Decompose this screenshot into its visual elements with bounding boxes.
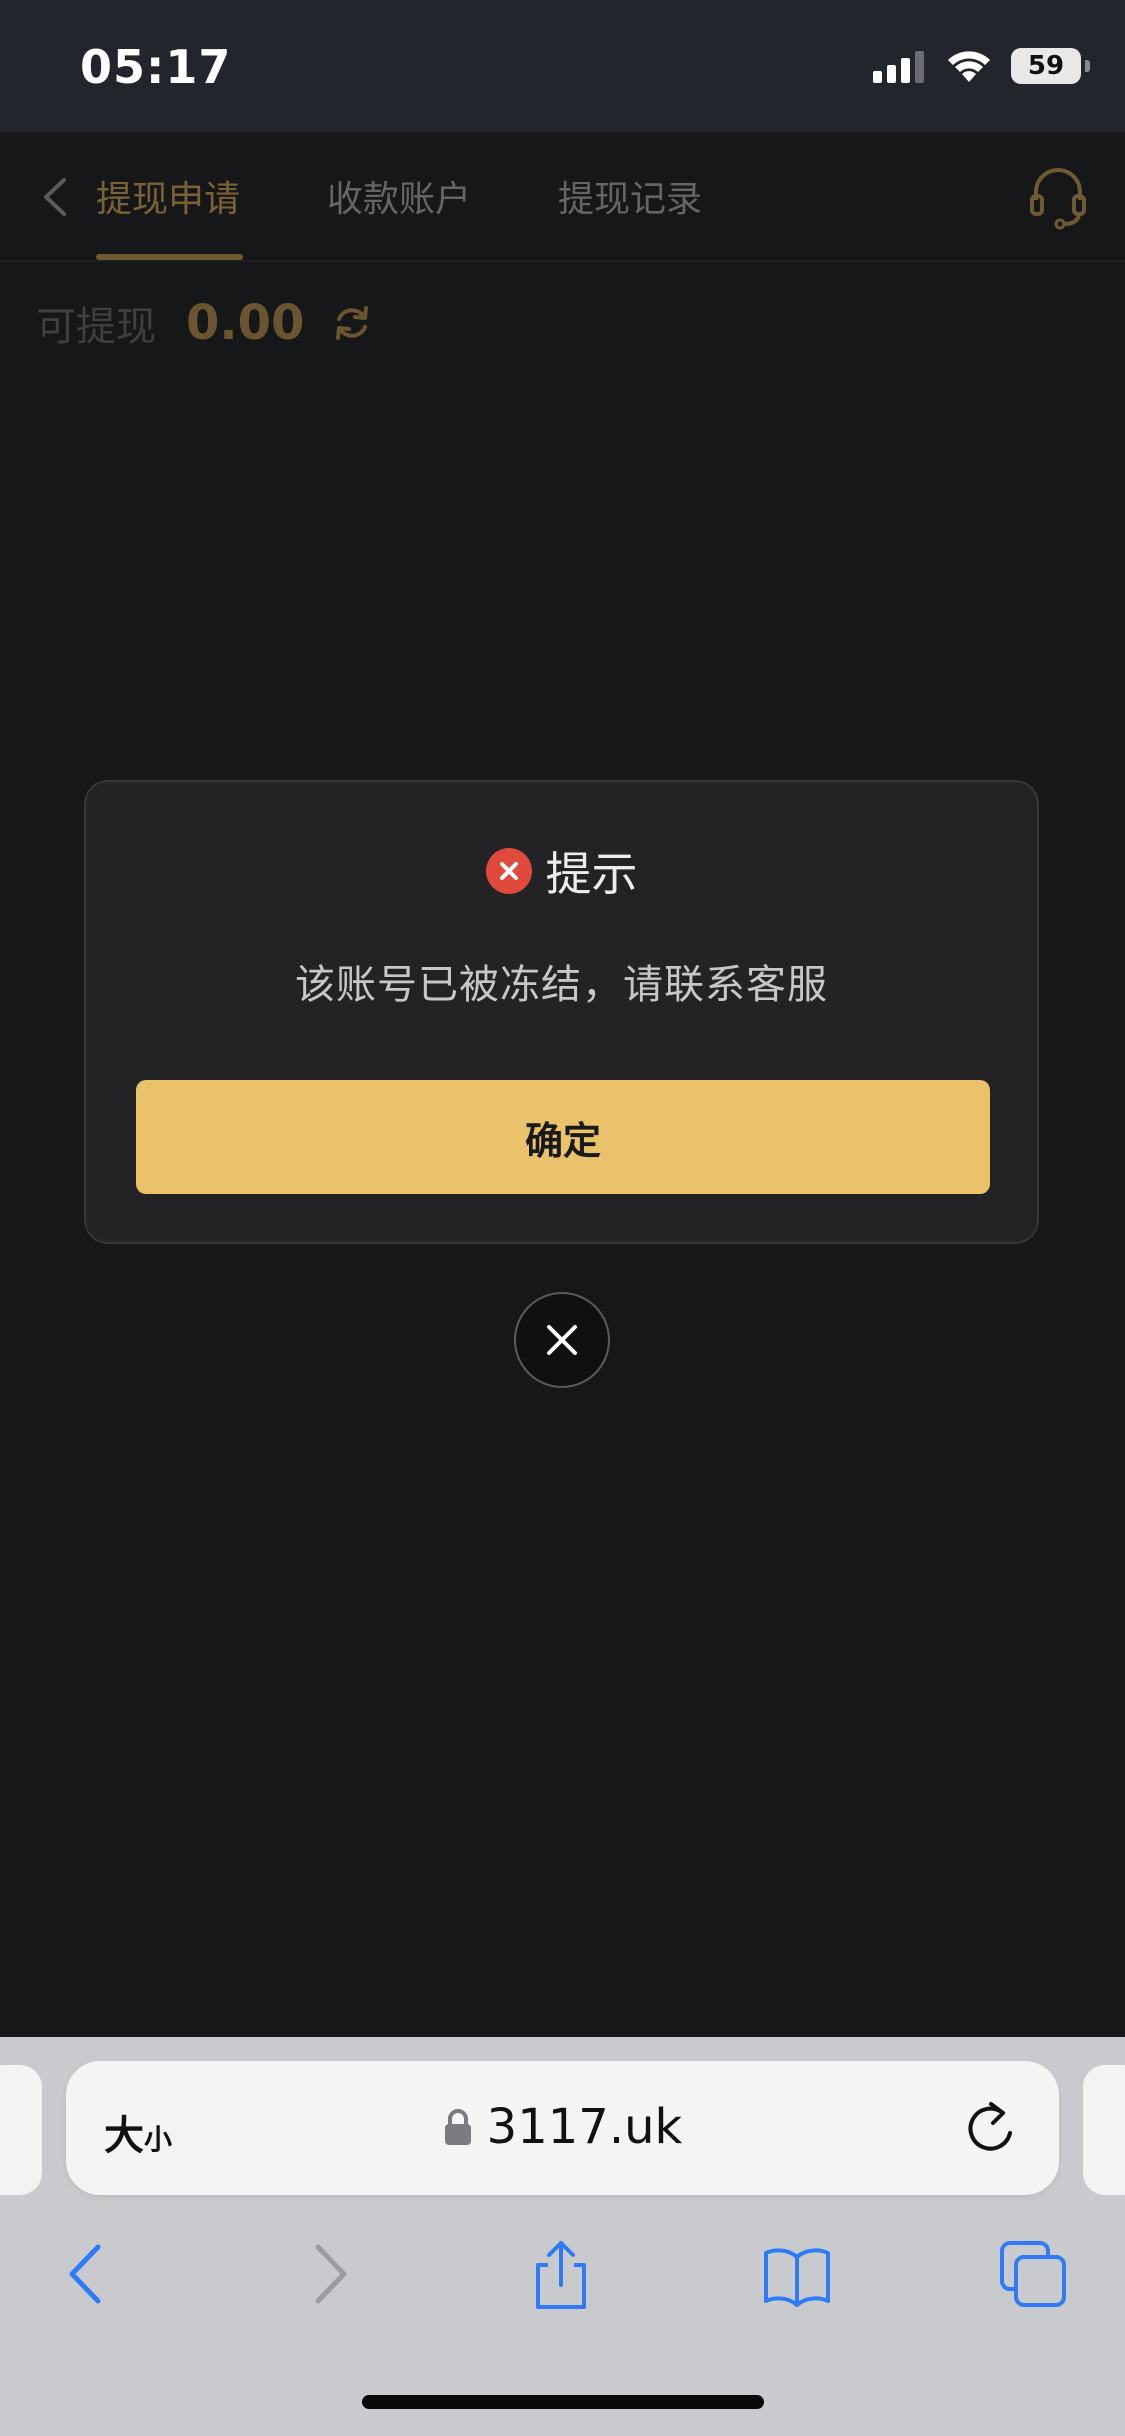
error-circle-icon	[485, 848, 532, 894]
tabs-icon[interactable]	[996, 2237, 1070, 2311]
browser-bottom-bar: 大小 3117.uk	[0, 2037, 1125, 2436]
reload-icon[interactable]	[963, 2099, 1019, 2155]
bookmarks-icon[interactable]	[760, 2237, 834, 2311]
address-bar[interactable]: 大小 3117.uk	[66, 2061, 1059, 2195]
balance-value: 0.00	[186, 295, 305, 351]
tab-withdraw-records[interactable]: 提现记录	[558, 170, 702, 222]
tab-payee-accounts[interactable]: 收款账户	[327, 170, 471, 222]
cellular-signal-icon	[873, 51, 924, 83]
status-icons: 59	[873, 48, 1090, 84]
status-time: 05:17	[80, 40, 232, 94]
url-group: 3117.uk	[66, 2099, 1059, 2155]
close-icon	[547, 1325, 577, 1355]
alert-dialog: 提示 该账号已被冻结，请联系客服 确定	[84, 780, 1039, 1244]
headset-support-icon[interactable]	[1028, 162, 1088, 232]
refresh-icon[interactable]	[332, 303, 372, 343]
dialog-title: 提示	[545, 847, 638, 901]
next-tab-card[interactable]	[1083, 2065, 1125, 2195]
dialog-message: 该账号已被冻结，请联系客服	[295, 962, 828, 1008]
balance-row: 可提现 0.00	[36, 294, 372, 352]
wifi-icon	[948, 51, 990, 82]
browser-forward-icon[interactable]	[292, 2237, 366, 2311]
previous-tab-card[interactable]	[0, 2065, 42, 2195]
confirm-button[interactable]: 确定	[136, 1080, 990, 1194]
home-indicator	[362, 2395, 764, 2409]
status-bar: 05:17 59	[0, 0, 1125, 132]
back-chevron-icon[interactable]	[34, 172, 74, 222]
lock-icon	[444, 2109, 471, 2145]
active-tab-underline	[96, 254, 243, 260]
tab-withdraw-request[interactable]: 提现申请	[96, 170, 240, 222]
app-header: 提现申请 收款账户 提现记录	[0, 132, 1125, 262]
battery-icon: 59	[1011, 48, 1090, 84]
share-icon[interactable]	[524, 2237, 598, 2311]
dialog-title-row: 提示	[86, 838, 1037, 904]
browser-back-icon[interactable]	[50, 2237, 124, 2311]
dialog-close-button[interactable]	[514, 1292, 610, 1388]
url-text[interactable]: 3117.uk	[487, 2099, 683, 2155]
balance-label: 可提现	[36, 304, 156, 350]
